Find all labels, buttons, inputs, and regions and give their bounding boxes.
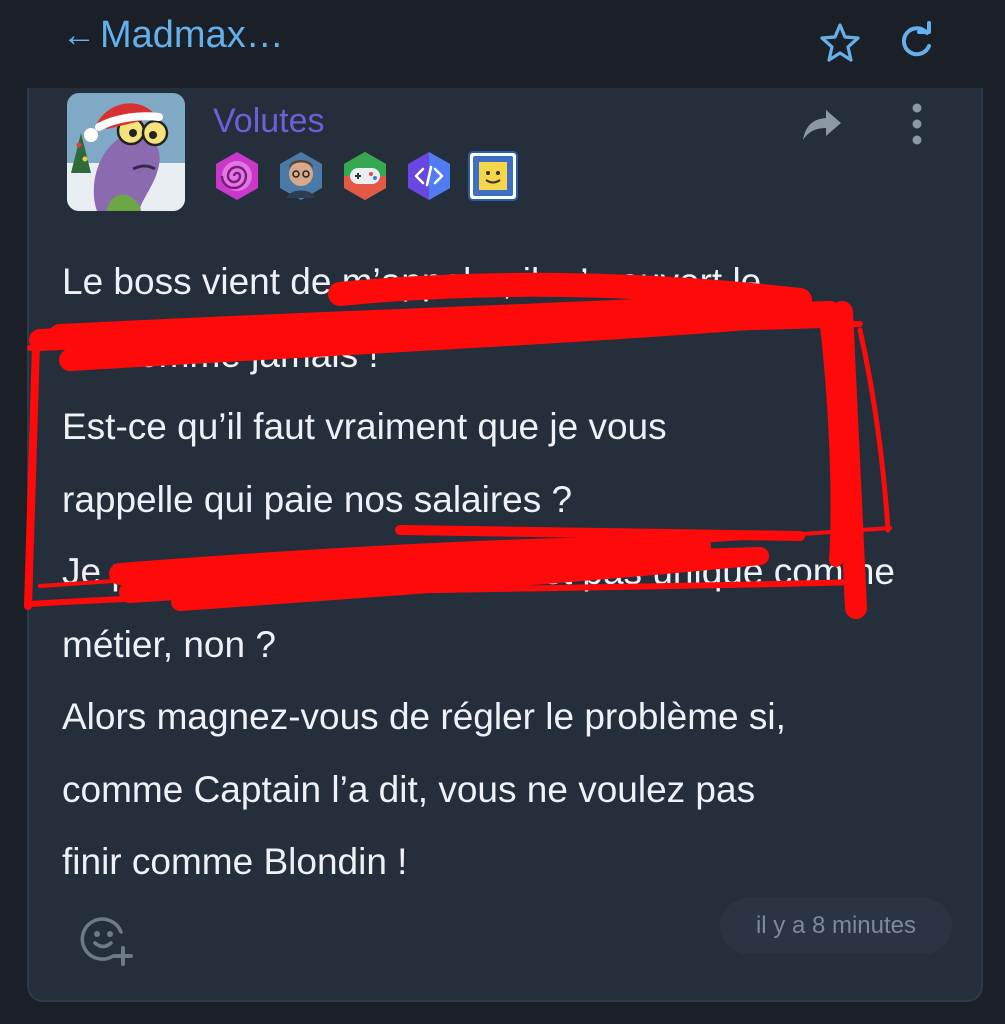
- timestamp-badge: il y a 8 minutes: [720, 898, 952, 954]
- author-name[interactable]: Volutes: [213, 102, 325, 141]
- more-vertical-icon[interactable]: [897, 102, 937, 150]
- message-line: finir comme Blondin !: [62, 841, 408, 882]
- message-line: Alors magnez-vous de régler le problème …: [62, 696, 786, 737]
- share-icon[interactable]: [799, 102, 845, 148]
- code-badge-icon[interactable]: [403, 150, 455, 202]
- back-arrow-icon: ←: [62, 16, 96, 54]
- smiley-card-badge-icon[interactable]: [467, 150, 519, 202]
- message-line: rappelle qui paie nos salaires ?: [62, 478, 573, 520]
- message-line: Je pense que le cirque ce n’est pas uniq…: [62, 551, 896, 592]
- message-line: Est-ce qu’il faut vraiment que je vous: [62, 406, 667, 447]
- author-avatar[interactable]: [67, 93, 185, 211]
- message-body: Le boss vient de m’appeler, il m’a ouver…: [62, 246, 962, 899]
- message-line: Le boss vient de m’appeler, il m’a ouver…: [62, 261, 762, 302]
- message-line: cul comme jamais !: [62, 333, 379, 375]
- star-icon[interactable]: [818, 20, 862, 64]
- message-line: métier, non ?: [62, 623, 276, 665]
- back-button[interactable]: ← Madmax…: [62, 14, 284, 57]
- add-reaction-icon[interactable]: [77, 910, 135, 968]
- message-line: comme Captain l’a dit, vous ne voulez pa…: [62, 768, 756, 810]
- gamepad-badge-icon[interactable]: [339, 150, 391, 202]
- badge-list: [211, 150, 519, 202]
- thread-title: Madmax…: [100, 14, 284, 56]
- top-bar: ← Madmax…: [0, 0, 1005, 88]
- refresh-icon[interactable]: [894, 20, 938, 64]
- person-portrait-badge-icon[interactable]: [275, 150, 327, 202]
- message-card: Volutes Le boss vient de m’appeler, il m…: [27, 88, 983, 1002]
- spiral-badge-icon[interactable]: [211, 150, 263, 202]
